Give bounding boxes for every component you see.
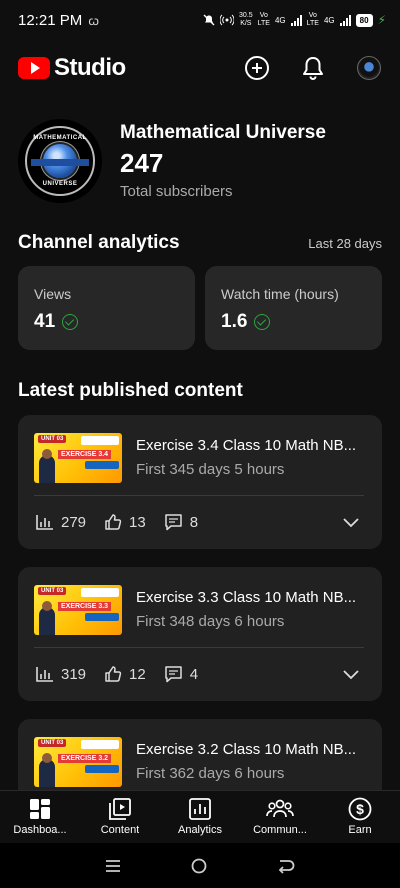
network-gen-1: 4G bbox=[274, 15, 286, 25]
chevron-down-icon[interactable] bbox=[342, 668, 360, 680]
bar-chart-icon bbox=[36, 515, 53, 530]
video-title[interactable]: Exercise 3.4 Class 10 Math NB... bbox=[136, 437, 356, 454]
signal-icon-1 bbox=[290, 14, 302, 26]
system-navigation-bar bbox=[0, 843, 400, 888]
analytics-icon bbox=[189, 798, 211, 820]
status-app-icon: ꞷ bbox=[88, 13, 100, 28]
nav-earn[interactable]: $ Earn bbox=[320, 791, 400, 843]
battery-icon: 80 bbox=[355, 13, 373, 27]
signal-icon-2 bbox=[339, 14, 351, 26]
charging-icon: ⚡ bbox=[377, 13, 386, 27]
video-title[interactable]: Exercise 3.2 Class 10 Math NB... bbox=[136, 741, 356, 758]
thumbs-up-icon bbox=[105, 666, 122, 682]
content-card[interactable]: UNIT 03 EXERCISE 3.2 Exercise 3.2 Class … bbox=[18, 719, 382, 790]
thumbs-up-icon bbox=[105, 514, 122, 530]
latest-content-header: Latest published content bbox=[18, 380, 243, 402]
likes-count: 13 bbox=[129, 513, 146, 531]
comments-count: 4 bbox=[189, 665, 199, 683]
youtube-logo-icon bbox=[18, 57, 50, 79]
nav-analytics[interactable]: Analytics bbox=[160, 791, 240, 843]
create-button[interactable] bbox=[244, 55, 270, 81]
divider bbox=[34, 495, 364, 496]
create-icon bbox=[245, 56, 269, 80]
stat-value: 1.6 bbox=[221, 311, 248, 332]
check-circle-icon bbox=[62, 314, 79, 330]
bottom-navigation: Dashboa... Content Analytics Commun... $… bbox=[0, 790, 400, 843]
mute-icon bbox=[203, 14, 215, 26]
account-button[interactable] bbox=[356, 55, 382, 81]
app-title: Studio bbox=[54, 54, 126, 81]
analytics-header: Channel analytics Last 28 days bbox=[18, 232, 382, 254]
nav-dashboard[interactable]: Dashboa... bbox=[0, 791, 80, 843]
video-subtitle: First 348 days 6 hours bbox=[136, 613, 285, 630]
network-gen-2: 4G bbox=[323, 15, 335, 25]
video-subtitle: First 345 days 5 hours bbox=[136, 461, 285, 478]
video-thumbnail[interactable]: UNIT 03 EXERCISE 3.2 bbox=[34, 737, 122, 787]
check-circle-icon bbox=[254, 314, 271, 330]
video-title[interactable]: Exercise 3.3 Class 10 Math NB... bbox=[136, 589, 356, 606]
nav-label: Dashboa... bbox=[13, 824, 67, 836]
studio-logo[interactable]: Studio bbox=[18, 54, 126, 82]
volte-2: Vo LTE bbox=[306, 12, 319, 27]
video-thumbnail[interactable]: UNIT 03 EXERCISE 3.3 bbox=[34, 585, 122, 635]
nav-content[interactable]: Content bbox=[80, 791, 160, 843]
views-count: 279 bbox=[61, 513, 87, 531]
likes-count: 12 bbox=[129, 665, 146, 683]
nav-label: Commun... bbox=[253, 824, 307, 836]
nav-label: Analytics bbox=[177, 824, 223, 836]
channel-avatar[interactable]: MATHEMATICAL UNIVERSE bbox=[18, 119, 102, 203]
home-icon[interactable] bbox=[190, 857, 208, 875]
content-icon bbox=[109, 798, 131, 820]
channel-summary: MATHEMATICAL UNIVERSE Mathematical Unive… bbox=[18, 116, 382, 206]
status-time: 12:21 PM bbox=[18, 11, 83, 29]
bar-chart-icon bbox=[36, 667, 53, 682]
volte-1: Vo LTE bbox=[257, 12, 270, 27]
nav-label: Content bbox=[100, 824, 140, 836]
video-thumbnail[interactable]: UNIT 03 EXERCISE 3.4 bbox=[34, 433, 122, 483]
analytics-range: Last 28 days bbox=[308, 236, 382, 251]
back-icon[interactable] bbox=[276, 858, 296, 874]
hotspot-icon bbox=[220, 14, 235, 26]
bell-icon bbox=[303, 57, 323, 80]
earn-icon: $ bbox=[348, 797, 372, 821]
latest-content-title: Latest published content bbox=[18, 380, 243, 401]
content-card[interactable]: UNIT 03 EXERCISE 3.3 Exercise 3.3 Class … bbox=[18, 567, 382, 701]
comment-icon bbox=[164, 514, 182, 531]
stat-label: Views bbox=[34, 286, 72, 302]
notifications-button[interactable] bbox=[300, 55, 326, 81]
stat-value: 41 bbox=[34, 311, 56, 332]
subscriber-count: 247 bbox=[120, 148, 164, 178]
views-card[interactable]: Views 41 bbox=[18, 266, 195, 350]
content-card[interactable]: UNIT 03 EXERCISE 3.4 Exercise 3.4 Class … bbox=[18, 415, 382, 549]
menu-icon[interactable] bbox=[104, 858, 122, 874]
svg-text:$: $ bbox=[356, 801, 364, 817]
stat-label: Watch time (hours) bbox=[221, 286, 339, 302]
content-list: UNIT 03 EXERCISE 3.4 Exercise 3.4 Class … bbox=[18, 415, 382, 790]
community-icon bbox=[266, 799, 294, 818]
status-bar: 12:21 PM ꞷ 30.5 K/S Vo LTE 4G Vo LTE 4G 80 … bbox=[0, 0, 400, 40]
divider bbox=[34, 647, 364, 648]
network-speed: 30.5 K/S bbox=[239, 12, 253, 27]
subscriber-label: Total subscribers bbox=[120, 183, 233, 200]
video-subtitle: First 362 days 6 hours bbox=[136, 765, 285, 782]
nav-label: Earn bbox=[348, 824, 372, 836]
comments-count: 8 bbox=[189, 513, 199, 531]
views-count: 319 bbox=[61, 665, 87, 683]
channel-name: Mathematical Universe bbox=[120, 122, 326, 143]
app-header: Studio bbox=[0, 40, 400, 96]
comment-icon bbox=[164, 666, 182, 683]
nav-community[interactable]: Commun... bbox=[240, 791, 320, 843]
account-avatar bbox=[357, 56, 381, 80]
watch-time-card[interactable]: Watch time (hours) 1.6 bbox=[205, 266, 382, 350]
analytics-title: Channel analytics bbox=[18, 232, 180, 253]
dashboard-icon bbox=[30, 799, 50, 819]
chevron-down-icon[interactable] bbox=[342, 516, 360, 528]
